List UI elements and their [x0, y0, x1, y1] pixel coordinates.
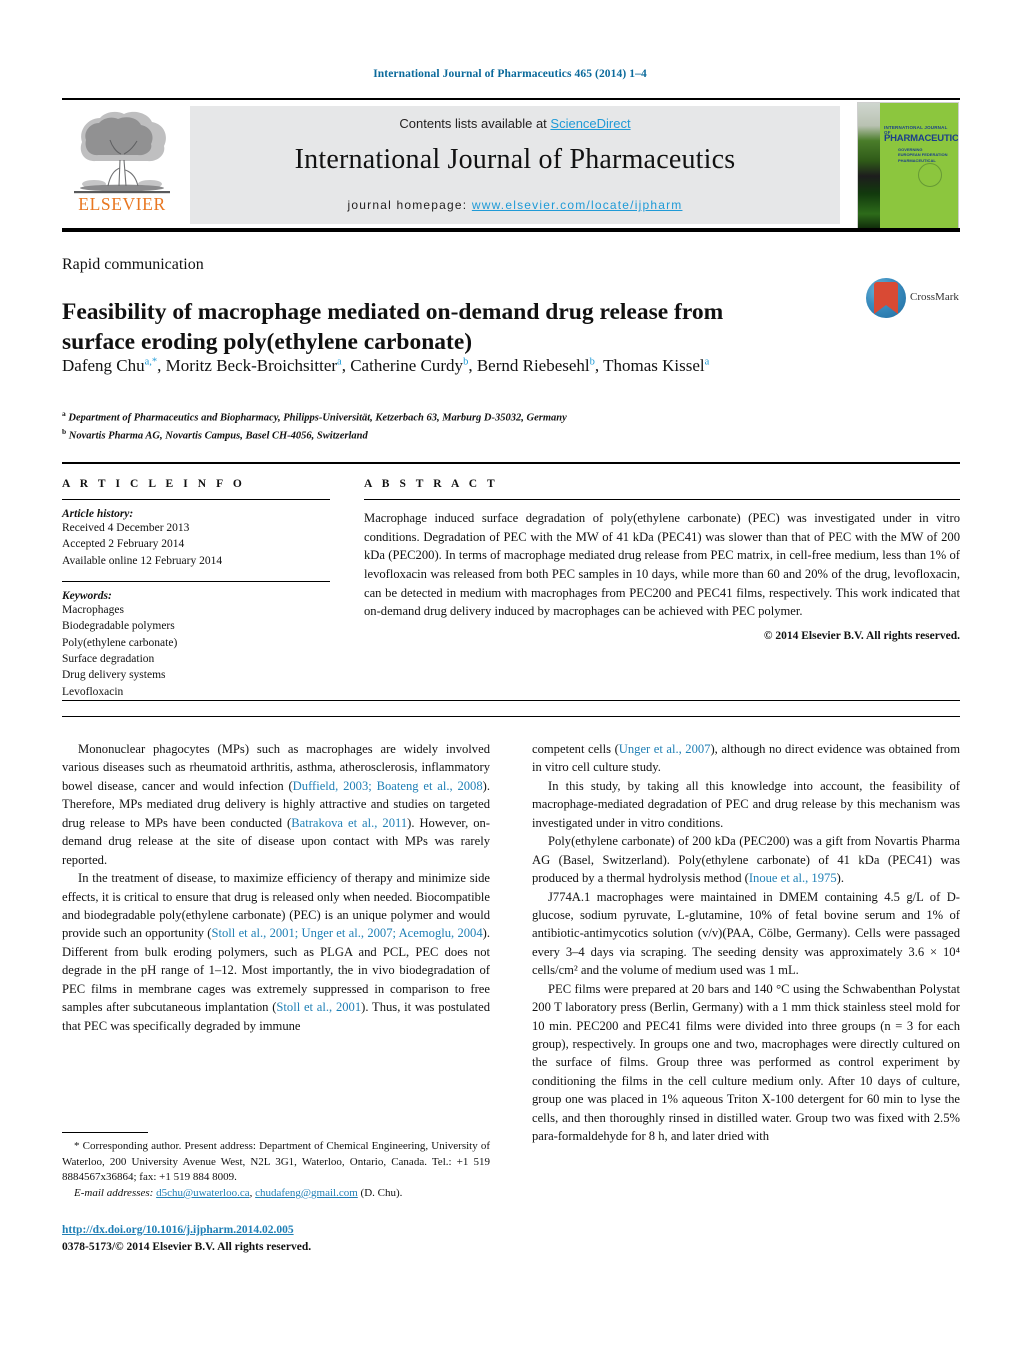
email-link-1[interactable]: d5chu@uwaterloo.ca [156, 1187, 250, 1199]
masthead-top-rule [62, 98, 960, 100]
abstract-heading: A B S T R A C T [364, 478, 499, 490]
abstract-rule [364, 499, 960, 500]
article-info-section: A R T I C L E I N F O Article history: R… [62, 478, 330, 700]
affiliation-b-text: Novartis Pharma AG, Novartis Campus, Bas… [68, 430, 368, 442]
crossmark-badge-group[interactable]: CrossMark [866, 278, 962, 322]
email-addresses-label: E-mail addresses: [74, 1186, 154, 1199]
crossmark-bookmark-shape [874, 282, 898, 314]
journal-masthead: ELSEVIER Contents lists available at Sci… [62, 98, 960, 232]
article-history-0: Received 4 December 2013 [62, 522, 190, 534]
body-paragraph: In this study, by taking all this knowle… [532, 777, 960, 832]
author-list: Dafeng Chua,*, Moritz Beck-Broichsittera… [62, 356, 710, 375]
corresponding-author-note: * Corresponding author. Present address:… [62, 1140, 490, 1184]
running-head: International Journal of Pharmaceutics 4… [373, 68, 647, 80]
keyword-0: Macrophages [62, 603, 124, 616]
keyword-5: Levofloxacin [62, 685, 124, 698]
article-history-2: Available online 12 February 2014 [62, 554, 223, 567]
abstract-copyright: © 2014 Elsevier B.V. All rights reserved… [763, 629, 960, 642]
body-paragraph: Poly(ethylene carbonate) of 200 kDa (PEC… [532, 832, 960, 887]
body-text: In this study, by taking all this knowle… [532, 778, 960, 830]
email-suffix: (D. Chu). [360, 1186, 403, 1199]
cover-vial-image [858, 103, 880, 229]
sciencedirect-link[interactable]: ScienceDirect [550, 116, 630, 131]
article-info-rule [62, 499, 330, 500]
homepage-label: journal homepage: [347, 198, 472, 212]
citation-link[interactable]: Stoll et al., 2001 [276, 1000, 361, 1014]
body-text: Poly(ethylene carbonate) of 200 kDa (PEC… [532, 834, 960, 886]
publication-footer: http://dx.doi.org/10.1016/j.ijpharm.2014… [62, 1222, 502, 1255]
body-start-rule [62, 716, 960, 717]
email-note: E-mail addresses: d5chu@uwaterloo.ca, ch… [74, 1186, 403, 1199]
body-text: ). [836, 871, 844, 886]
info-block-top-rule [62, 462, 960, 464]
elsevier-wordmark: ELSEVIER [78, 194, 166, 214]
masthead-center-panel: Contents lists available at ScienceDirec… [190, 106, 840, 224]
body-paragraph: J774A.1 macrophages were maintained in D… [532, 888, 960, 980]
page-title: Feasibility of macrophage mediated on-de… [62, 298, 724, 355]
journal-homepage-link[interactable]: www.elsevier.com/locate/ijpharm [472, 198, 683, 212]
elsevier-logo: ELSEVIER [68, 106, 176, 224]
contents-available-line: Contents lists available at ScienceDirec… [190, 116, 840, 131]
body-text: PEC films were prepared at 20 bars and 1… [532, 981, 960, 1144]
issn-copyright-line: 0378-5173/© 2014 Elsevier B.V. All right… [62, 1240, 312, 1253]
journal-title: International Journal of Pharmaceutics [294, 144, 736, 175]
cover-subtitle: GOVERNING EUROPEAN FEDERATION PHARMACEUTIC… [898, 147, 948, 163]
keyword-1: Biodegradable polymers [62, 620, 175, 633]
body-paragraph: competent cells (Unger et al., 2007), al… [532, 740, 960, 777]
crossmark-icon [866, 278, 906, 318]
abstract-section: A B S T R A C T Macrophage induced surfa… [364, 478, 960, 642]
article-history-label: Article history: [62, 508, 134, 520]
affiliation-list: a Department of Pharmaceutics and Biopha… [62, 408, 822, 445]
keywords-rule [62, 580, 330, 582]
affiliation-b: b Novartis Pharma AG, Novartis Campus, B… [62, 427, 368, 442]
keyword-4: Drug delivery systems [62, 669, 166, 682]
body-text: competent cells ( [532, 742, 619, 756]
body-text: J774A.1 macrophages were maintained in D… [532, 889, 960, 978]
crossmark-label: CrossMark [910, 291, 959, 303]
body-column-right: competent cells (Unger et al., 2007), al… [532, 740, 960, 1146]
elsevier-tree-icon [74, 111, 170, 194]
journal-cover-thumbnail[interactable]: INTERNATIONAL JOURNAL OF PHARMACEUTICS G… [857, 102, 959, 230]
cover-ring-decoration [918, 163, 942, 187]
article-history-1: Accepted 2 February 2014 [62, 538, 185, 551]
journal-article-page: International Journal of Pharmaceutics 4… [0, 0, 1020, 1351]
citation-link[interactable]: Inoue et al., 1975 [749, 871, 837, 885]
footnote-block: * Corresponding author. Present address:… [62, 1139, 490, 1201]
footnote-separator-rule [62, 1132, 148, 1133]
email-link-2[interactable]: chudafeng@gmail.com [255, 1187, 358, 1199]
citation-link[interactable]: Duffield, 2003; Boateng et al., 2008 [293, 779, 483, 793]
journal-homepage-line: journal homepage: www.elsevier.com/locat… [190, 198, 840, 212]
citation-link[interactable]: Stoll et al., 2001; Unger et al., 2007; … [212, 926, 483, 940]
masthead-bottom-rule [62, 228, 960, 232]
contents-prefix: Contents lists available at [399, 116, 551, 131]
doi-link[interactable]: http://dx.doi.org/10.1016/j.ijpharm.2014… [62, 1224, 294, 1236]
body-paragraph: PEC films were prepared at 20 bars and 1… [532, 980, 960, 1146]
info-block-bottom-rule [62, 700, 960, 701]
keywords-label: Keywords: [62, 589, 112, 602]
citation-link[interactable]: Unger et al., 2007 [619, 742, 711, 756]
article-info-heading: A R T I C L E I N F O [62, 478, 246, 490]
abstract-text: Macrophage induced surface degradation o… [364, 511, 960, 619]
keyword-2: Poly(ethylene carbonate) [62, 636, 178, 649]
citation-link[interactable]: Batrakova et al., 2011 [291, 816, 407, 830]
body-column-left: Mononuclear phagocytes (MPs) such as mac… [62, 740, 490, 1035]
body-paragraph: In the treatment of disease, to maximize… [62, 869, 490, 1035]
affiliation-a-text: Department of Pharmaceutics and Biopharm… [68, 412, 567, 424]
keyword-3: Surface degradation [62, 652, 155, 665]
cover-title-line2: PHARMACEUTICS [884, 133, 959, 144]
affiliation-a: a Department of Pharmaceutics and Biopha… [62, 409, 567, 424]
article-type-label: Rapid communication [62, 256, 204, 273]
body-paragraph: Mononuclear phagocytes (MPs) such as mac… [62, 740, 490, 869]
